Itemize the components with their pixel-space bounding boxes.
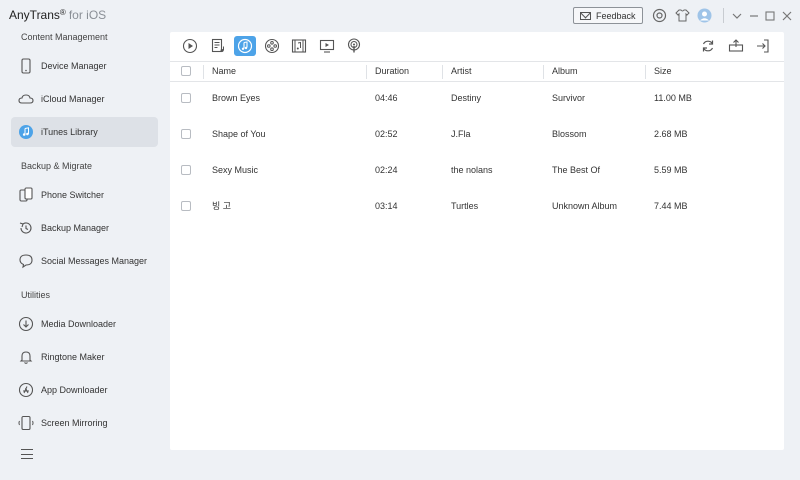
sidebar-item-label: Social Messages Manager bbox=[41, 256, 148, 266]
column-header-album[interactable]: Album bbox=[544, 62, 578, 81]
podcast-icon[interactable] bbox=[343, 36, 365, 56]
music-icon[interactable] bbox=[234, 36, 256, 56]
column-header-size[interactable]: Size bbox=[646, 62, 672, 81]
sidebar-item-label: iTunes Library bbox=[41, 127, 98, 137]
titlebar-divider bbox=[723, 8, 724, 23]
cell-album: The Best Of bbox=[552, 165, 601, 175]
category-toolbar bbox=[170, 32, 784, 60]
cell-artist: J.Fla bbox=[451, 129, 471, 139]
cell-duration: 03:14 bbox=[375, 201, 398, 211]
section-title-backup-migrate: Backup & Migrate bbox=[21, 161, 93, 171]
section-title-content-management: Content Management bbox=[21, 32, 108, 42]
music-video-icon[interactable] bbox=[288, 36, 310, 56]
cell-size: 5.59 MB bbox=[654, 165, 688, 175]
sidebar-item-app-downloader[interactable]: App Downloader bbox=[11, 375, 158, 405]
cell-artist: Destiny bbox=[451, 93, 482, 103]
maximize-icon[interactable] bbox=[762, 8, 777, 23]
phone-icon bbox=[18, 58, 34, 74]
export-to-device-icon[interactable] bbox=[725, 36, 747, 56]
sidebar-item-backup-manager[interactable]: Backup Manager bbox=[11, 213, 158, 243]
cell-duration: 02:52 bbox=[375, 129, 398, 139]
tv-icon[interactable] bbox=[316, 36, 338, 56]
cell-size: 2.68 MB bbox=[654, 129, 688, 139]
app-store-icon bbox=[18, 382, 34, 398]
mirror-icon bbox=[18, 415, 34, 431]
table-row[interactable]: Sexy Music 02:24 the nolans The Best Of … bbox=[170, 152, 784, 188]
play-icon[interactable] bbox=[179, 36, 201, 56]
app-suffix: for iOS bbox=[68, 8, 107, 22]
row-checkbox[interactable] bbox=[181, 201, 191, 211]
cloud-icon bbox=[18, 91, 34, 107]
sidebar-item-label: Media Downloader bbox=[41, 319, 117, 329]
cell-name: Brown Eyes bbox=[212, 93, 261, 103]
row-checkbox[interactable] bbox=[181, 129, 191, 139]
cell-artist: Turtles bbox=[451, 201, 479, 211]
table-row[interactable]: Brown Eyes 04:46 Destiny Survivor 11.00 … bbox=[170, 80, 784, 116]
table-row[interactable]: 빙 고 03:14 Turtles Unknown Album 7.44 MB bbox=[170, 188, 784, 224]
sidebar-item-media-downloader[interactable]: Media Downloader bbox=[11, 309, 158, 339]
cell-name: Sexy Music bbox=[212, 165, 259, 175]
cell-size: 7.44 MB bbox=[654, 201, 688, 211]
tshirt-icon[interactable] bbox=[675, 8, 690, 23]
cell-artist: the nolans bbox=[451, 165, 493, 175]
chat-icon bbox=[18, 253, 34, 269]
sidebar-item-label: Ringtone Maker bbox=[41, 352, 105, 362]
app-title: AnyTrans® for iOS bbox=[9, 8, 106, 22]
phone-switch-icon bbox=[18, 187, 34, 203]
column-header-artist[interactable]: Artist bbox=[443, 62, 472, 81]
sidebar-item-label: iCloud Manager bbox=[41, 94, 105, 104]
sidebar-item-label: Phone Switcher bbox=[41, 190, 105, 200]
sidebar-item-label: App Downloader bbox=[41, 385, 108, 395]
sidebar-item-social-messages-manager[interactable]: Social Messages Manager bbox=[11, 246, 158, 276]
cell-name: Shape of You bbox=[212, 129, 266, 139]
film-reel-icon[interactable] bbox=[261, 36, 283, 56]
column-header-duration[interactable]: Duration bbox=[367, 62, 409, 81]
envelope-icon bbox=[580, 11, 591, 20]
itunes-icon bbox=[18, 124, 34, 140]
column-header-name[interactable]: Name bbox=[204, 62, 236, 81]
close-icon[interactable] bbox=[779, 8, 794, 23]
main-panel: Name Duration Artist Album Size Brown Ey… bbox=[170, 32, 784, 450]
cell-duration: 02:24 bbox=[375, 165, 398, 175]
feedback-label: Feedback bbox=[596, 10, 636, 21]
cell-duration: 04:46 bbox=[375, 93, 398, 103]
table-row[interactable]: Shape of You 02:52 J.Fla Blossom 2.68 MB bbox=[170, 116, 784, 152]
sidebar-item-label: Backup Manager bbox=[41, 223, 110, 233]
import-icon[interactable] bbox=[752, 36, 774, 56]
bell-icon bbox=[18, 349, 34, 365]
cell-name: 빙 고 bbox=[212, 201, 232, 211]
registered-mark: ® bbox=[59, 8, 66, 17]
section-title-utilities: Utilities bbox=[21, 290, 51, 300]
sidebar-item-itunes-library[interactable]: iTunes Library bbox=[11, 117, 158, 147]
row-checkbox[interactable] bbox=[181, 165, 191, 175]
feedback-button[interactable]: Feedback bbox=[573, 7, 643, 24]
sidebar: Content Management Device Manager iCloud… bbox=[0, 32, 168, 480]
download-icon bbox=[18, 316, 34, 332]
refresh-icon[interactable] bbox=[697, 36, 719, 56]
sidebar-item-label: Screen Mirroring bbox=[41, 418, 108, 428]
menu-icon[interactable] bbox=[21, 449, 33, 459]
row-checkbox[interactable] bbox=[181, 93, 191, 103]
sidebar-item-device-manager[interactable]: Device Manager bbox=[11, 51, 158, 81]
app-name: AnyTrans bbox=[9, 8, 60, 22]
table-header: Name Duration Artist Album Size bbox=[170, 61, 784, 82]
cell-album: Blossom bbox=[552, 129, 587, 139]
cell-album: Unknown Album bbox=[552, 201, 618, 211]
sidebar-item-ringtone-maker[interactable]: Ringtone Maker bbox=[11, 342, 158, 372]
backup-icon bbox=[18, 220, 34, 236]
cell-size: 11.00 MB bbox=[654, 93, 692, 103]
title-bar: AnyTrans® for iOS Feedback bbox=[0, 0, 800, 32]
minimize-icon[interactable] bbox=[746, 8, 761, 23]
playlist-icon[interactable] bbox=[207, 36, 229, 56]
chevron-down-icon[interactable] bbox=[729, 8, 744, 23]
cell-album: Survivor bbox=[552, 93, 586, 103]
sidebar-item-label: Device Manager bbox=[41, 61, 107, 71]
sidebar-item-screen-mirroring[interactable]: Screen Mirroring bbox=[11, 408, 158, 438]
avatar[interactable] bbox=[697, 8, 712, 23]
sidebar-item-icloud-manager[interactable]: iCloud Manager bbox=[11, 84, 158, 114]
sidebar-item-phone-switcher[interactable]: Phone Switcher bbox=[11, 180, 158, 210]
select-all-checkbox[interactable] bbox=[181, 66, 191, 76]
help-icon[interactable] bbox=[652, 8, 667, 23]
